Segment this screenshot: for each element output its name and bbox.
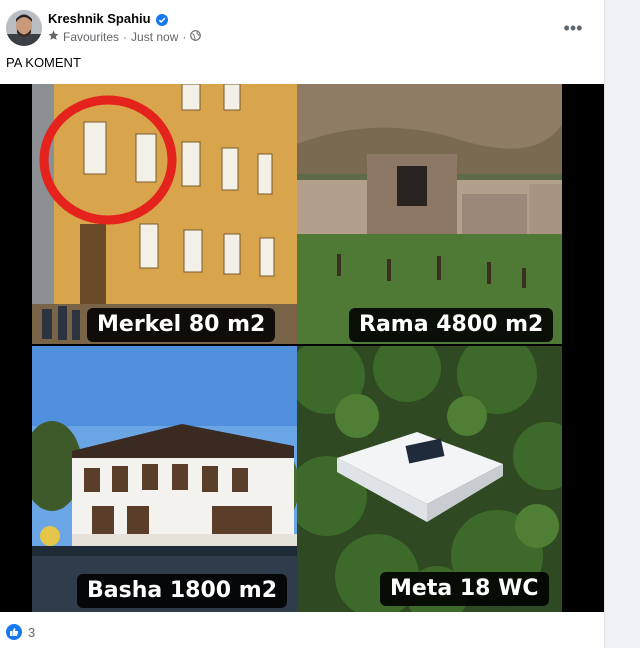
collage-panel-rama bbox=[297, 84, 562, 344]
collage-panel-basha bbox=[32, 346, 297, 612]
post-caption: PA KOMENT bbox=[6, 55, 81, 70]
reactions-bar[interactable]: 3 bbox=[6, 624, 35, 640]
star-icon bbox=[48, 30, 59, 44]
image-collage: Merkel 80 m2 Rama 4800 m2 Basha 1800 m2 … bbox=[32, 84, 562, 612]
post-header: Kreshnik Spahiu Favourites · Just now · bbox=[6, 10, 604, 50]
panel-label: Merkel 80 m2 bbox=[87, 308, 276, 342]
collage-panel-merkel bbox=[32, 84, 297, 344]
post-time[interactable]: Just now bbox=[131, 30, 178, 44]
post-meta: Favourites · Just now · bbox=[48, 30, 202, 44]
post-image[interactable]: Merkel 80 m2 Rama 4800 m2 Basha 1800 m2 … bbox=[0, 84, 604, 612]
panel-label: Rama 4800 m2 bbox=[349, 308, 554, 342]
panel-label: Meta 18 WC bbox=[380, 572, 549, 606]
globe-icon[interactable] bbox=[190, 30, 202, 44]
reaction-count[interactable]: 3 bbox=[28, 625, 35, 640]
verified-badge-icon bbox=[155, 13, 168, 26]
panel-label: Basha 1800 m2 bbox=[77, 574, 287, 608]
post-card: Kreshnik Spahiu Favourites · Just now · bbox=[0, 0, 605, 648]
audience-label[interactable]: Favourites bbox=[63, 30, 119, 44]
meta-separator: · bbox=[182, 30, 187, 44]
more-dots-icon[interactable]: ••• bbox=[560, 18, 586, 38]
meta-separator: · bbox=[123, 30, 128, 44]
author-name[interactable]: Kreshnik Spahiu bbox=[48, 11, 151, 26]
like-icon bbox=[6, 624, 22, 640]
author-avatar[interactable] bbox=[6, 10, 42, 46]
